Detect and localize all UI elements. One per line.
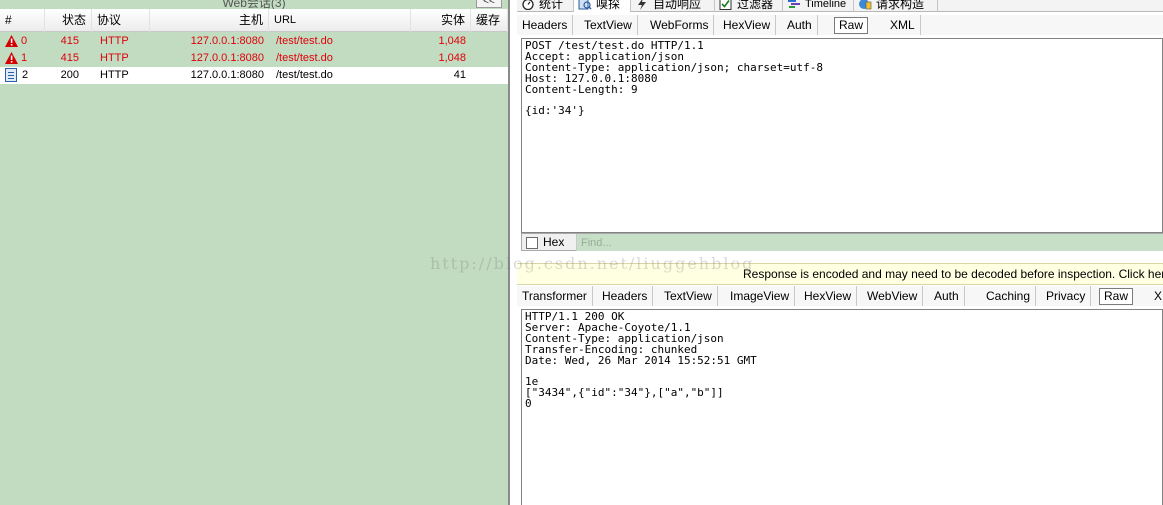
response-tab-auth[interactable]: Auth: [929, 286, 965, 306]
warning-icon: [5, 35, 18, 47]
inspector-panel: 统计 嗅探 自动响应 过滤器 Timeline 请求构造 Headers Tex…: [517, 0, 1163, 505]
column-header-url[interactable]: URL: [269, 9, 411, 32]
response-tab-transformer[interactable]: Transformer: [517, 286, 593, 306]
column-header-cache[interactable]: 缓存: [471, 9, 508, 32]
response-tab-caching[interactable]: Caching: [981, 286, 1037, 306]
session-url: /test/test.do: [276, 35, 333, 47]
session-body-size: 1,048: [438, 52, 466, 64]
encoding-notice-bar[interactable]: Response is encoded and may need to be d…: [517, 263, 1163, 285]
session-list-header: # 状态 协议 主机 URL 实体 缓存: [0, 9, 508, 32]
session-status: 415: [60, 35, 79, 47]
session-url: /test/test.do: [276, 52, 333, 64]
session-host: 127.0.0.1:8080: [190, 35, 264, 47]
request-tab-xml[interactable]: XML: [885, 15, 921, 35]
request-find-bar: Hex: [521, 233, 1163, 251]
response-tab-xml[interactable]: XI: [1149, 286, 1163, 306]
session-row[interactable]: 1 415 HTTP 127.0.0.1:8080 /test/test.do …: [0, 50, 508, 67]
lightning-icon: [638, 0, 646, 10]
column-header-status[interactable]: 状态: [45, 9, 92, 32]
hex-label: Hex: [543, 235, 565, 249]
tab-autoresponder[interactable]: 自动响应: [631, 0, 715, 12]
request-tab-headers[interactable]: Headers: [517, 15, 574, 35]
response-tab-hexview[interactable]: HexView: [799, 286, 858, 306]
tab-timeline[interactable]: Timeline: [783, 0, 854, 12]
response-tab-raw[interactable]: Raw: [1099, 288, 1134, 305]
session-protocol: HTTP: [100, 69, 129, 81]
tab-label: 嗅探: [596, 0, 621, 11]
inspector-icon: [578, 0, 592, 10]
warning-icon: [5, 52, 18, 64]
request-tab-raw[interactable]: Raw: [834, 17, 869, 34]
sessions-panel: Web会话(3) << # 状态 协议 主机 URL 实体 缓存 0 415 H…: [0, 0, 508, 505]
tab-label: 统计: [539, 0, 564, 11]
hex-checkbox[interactable]: [526, 237, 538, 249]
checkbox-icon: [719, 0, 732, 10]
request-tab-webforms[interactable]: WebForms: [645, 15, 715, 35]
stopwatch-icon: [522, 0, 534, 10]
column-header-protocol[interactable]: 协议: [92, 9, 150, 32]
collapse-button[interactable]: <<: [476, 0, 502, 8]
session-host: 127.0.0.1:8080: [190, 52, 264, 64]
session-row[interactable]: 0 415 HTTP 127.0.0.1:8080 /test/test.do …: [0, 33, 508, 50]
column-header-host[interactable]: 主机: [150, 9, 269, 32]
session-id: 2: [22, 69, 29, 81]
session-url: /test/test.do: [276, 69, 333, 81]
column-header-number[interactable]: #: [0, 9, 45, 32]
request-tab-hexview[interactable]: HexView: [718, 15, 777, 35]
request-tab-textview[interactable]: TextView: [579, 15, 638, 35]
tab-composer[interactable]: 请求构造: [854, 0, 938, 12]
session-body-size: 1,048: [438, 35, 466, 47]
column-header-body[interactable]: 实体: [411, 9, 471, 32]
response-raw-text[interactable]: HTTP/1.1 200 OK Server: Apache-Coyote/1.…: [521, 309, 1163, 505]
session-id: 1: [21, 52, 28, 64]
main-tab-strip: 统计 嗅探 自动响应 过滤器 Timeline 请求构造: [517, 0, 1163, 12]
session-host: 127.0.0.1:8080: [190, 69, 264, 81]
timeline-icon: [788, 0, 800, 8]
response-tab-privacy[interactable]: Privacy: [1041, 286, 1092, 306]
request-tab-auth[interactable]: Auth: [782, 15, 818, 35]
request-tab-strip: Headers TextView WebForms HexView Auth R…: [517, 15, 1163, 35]
session-status: 415: [60, 52, 79, 64]
response-tab-webview[interactable]: WebView: [862, 286, 924, 306]
session-body-size: 41: [453, 69, 466, 81]
session-protocol: HTTP: [100, 52, 129, 64]
session-protocol: HTTP: [100, 35, 129, 47]
pane-splitter[interactable]: [508, 0, 517, 505]
session-id: 0: [21, 35, 28, 47]
request-raw-text[interactable]: POST /test/test.do HTTP/1.1 Accept: appl…: [521, 38, 1163, 233]
tab-label: 自动响应: [653, 0, 702, 11]
response-tab-textview[interactable]: TextView: [659, 286, 718, 306]
tab-filters[interactable]: 过滤器: [715, 0, 783, 12]
find-input[interactable]: [576, 234, 1163, 251]
tab-statistics[interactable]: 统计: [517, 0, 574, 12]
tab-label: Timeline: [805, 0, 847, 10]
composer-icon: [859, 0, 872, 10]
tab-label: 请求构造: [876, 0, 925, 11]
tab-label: 过滤器: [737, 0, 774, 11]
session-row-selected[interactable]: 2 200 HTTP 127.0.0.1:8080 /test/test.do …: [0, 67, 508, 84]
response-tab-imageview[interactable]: ImageView: [725, 286, 796, 306]
response-tab-strip: Transformer Headers TextView ImageView H…: [517, 286, 1163, 306]
tab-inspectors[interactable]: 嗅探: [574, 0, 631, 12]
document-icon: [5, 68, 17, 82]
response-tab-headers[interactable]: Headers: [597, 286, 654, 306]
sessions-title: Web会话(3): [222, 0, 286, 10]
session-status: 200: [60, 69, 79, 81]
